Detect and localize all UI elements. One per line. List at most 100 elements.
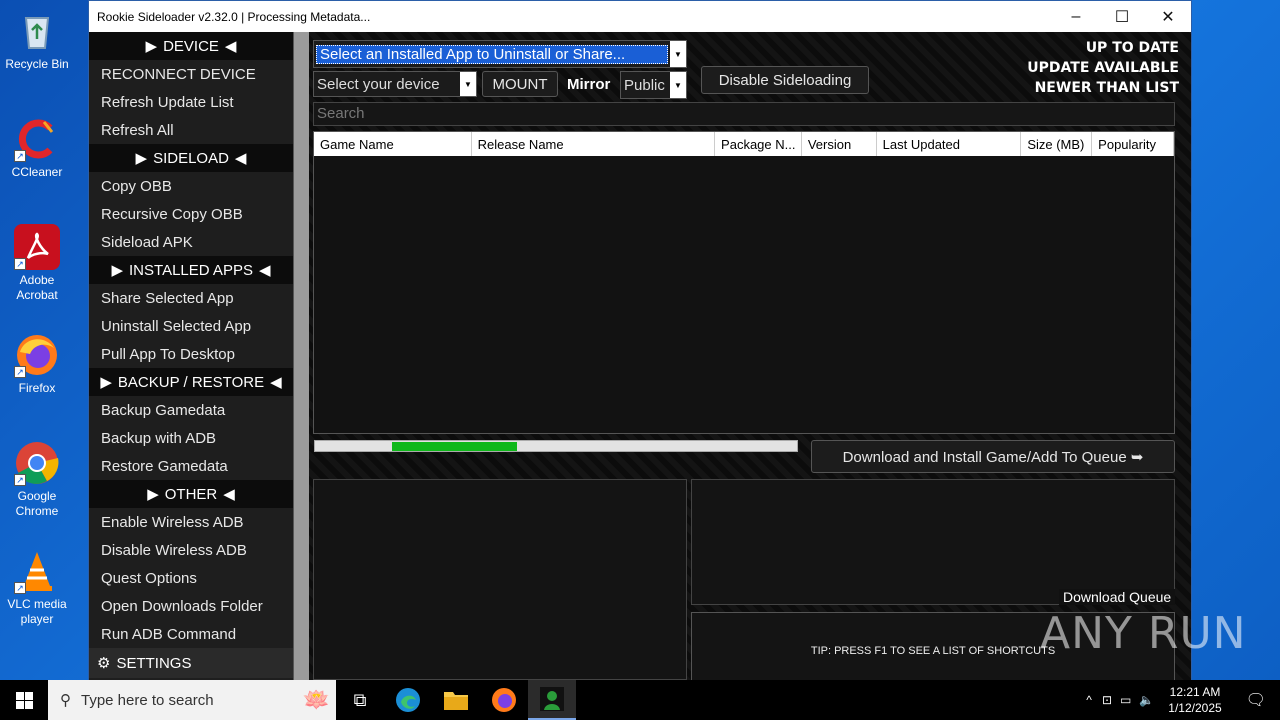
system-tray: ^ ⊡ ▭ 🔈 12:21 AM 1/12/2025 🗨 xyxy=(1080,680,1280,720)
triangle-left-icon: ◀ xyxy=(223,486,235,503)
chevron-down-icon: ▼ xyxy=(670,41,686,67)
copy-obb-button[interactable]: Copy OBB xyxy=(89,172,293,200)
minimize-button[interactable]: – xyxy=(1053,1,1099,32)
reconnect-device-button[interactable]: RECONNECT DEVICE xyxy=(89,60,293,88)
notification-icon[interactable]: 🗨 xyxy=(1232,690,1280,710)
enable-wireless-adb-button[interactable]: Enable Wireless ADB xyxy=(89,508,293,536)
uninstall-selected-app-button[interactable]: Uninstall Selected App xyxy=(89,312,293,340)
mirror-label: Mirror xyxy=(567,76,611,93)
task-view-icon: ⧉ xyxy=(353,689,367,710)
run-adb-command-button[interactable]: Run ADB Command xyxy=(89,620,293,648)
folder-icon xyxy=(444,692,468,710)
download-install-button[interactable]: Download and Install Game/Add To Queue ➥ xyxy=(811,440,1175,473)
chevron-down-icon: ▼ xyxy=(670,72,686,98)
app-client-area: ▶ DEVICE ◀ RECONNECT DEVICE Refresh Update… xyxy=(89,32,1191,690)
windows-logo-icon xyxy=(15,691,33,709)
desktop-icon-recycle-bin[interactable]: Recycle Bin xyxy=(4,8,70,72)
pull-app-to-desktop-button[interactable]: Pull App To Desktop xyxy=(89,340,293,368)
triangle-right-icon: ▶ xyxy=(135,150,148,167)
download-queue-label: Download Queue xyxy=(1059,589,1176,605)
open-downloads-folder-button[interactable]: Open Downloads Folder xyxy=(89,592,293,620)
column-header-package-name[interactable]: Package N... xyxy=(715,132,802,156)
mirror-select[interactable]: Public ▼ xyxy=(620,71,687,99)
rookie-sideloader-window: Rookie Sideloader v2.32.0 | Processing M… xyxy=(88,0,1192,690)
disable-sideloading-button[interactable]: Disable Sideloading xyxy=(701,66,869,94)
taskbar-firefox[interactable] xyxy=(480,680,528,720)
settings-button[interactable]: ⚙ SETTINGS xyxy=(89,648,293,678)
chevron-up-icon[interactable]: ^ xyxy=(1080,693,1098,707)
lotus-icon: 🪷 xyxy=(302,687,330,712)
sideload-apk-button[interactable]: Sideload APK xyxy=(89,228,293,256)
triangle-right-icon: ▶ xyxy=(147,486,159,503)
ethernet-icon[interactable]: ▭ xyxy=(1116,693,1135,707)
taskbar-search-box[interactable]: ⚲ Type here to search 🪷 xyxy=(48,680,336,720)
column-header-popularity[interactable]: Popularity xyxy=(1092,132,1174,156)
quest-options-button[interactable]: Quest Options xyxy=(89,564,293,592)
restore-gamedata-button[interactable]: Restore Gamedata xyxy=(89,452,293,480)
refresh-update-list-button[interactable]: Refresh Update List xyxy=(89,88,293,116)
triangle-left-icon: ◀ xyxy=(234,150,247,167)
chrome-icon: ↗ xyxy=(14,440,60,486)
column-header-version[interactable]: Version xyxy=(802,132,877,156)
column-header-size[interactable]: Size (MB) xyxy=(1021,132,1093,156)
column-header-release-name[interactable]: Release Name xyxy=(472,132,716,156)
taskbar-file-explorer[interactable] xyxy=(432,680,480,720)
game-preview-panel xyxy=(691,479,1175,605)
sidebar: ▶ DEVICE ◀ RECONNECT DEVICE Refresh Update… xyxy=(89,32,293,680)
sidebar-scrollbar[interactable] xyxy=(293,32,309,680)
clock[interactable]: 12:21 AM 1/12/2025 xyxy=(1158,684,1231,716)
adobe-acrobat-icon: ↗ xyxy=(14,224,60,270)
desktop-icon-ccleaner[interactable]: ↗ CCleaner xyxy=(4,116,70,180)
column-header-last-updated[interactable]: Last Updated xyxy=(877,132,1022,156)
close-button[interactable]: ✕ xyxy=(1145,1,1191,32)
volume-icon[interactable]: 🔈 xyxy=(1135,693,1158,707)
maximize-button[interactable]: ☐ xyxy=(1099,1,1145,32)
section-header-sideload[interactable]: ▶ SIDELOAD ◀ xyxy=(89,144,293,172)
update-status-legend: UP TO DATE UPDATE AVAILABLE NEWER THAN L… xyxy=(1027,38,1179,98)
firefox-icon: ↗ xyxy=(14,332,60,378)
refresh-all-button[interactable]: Refresh All xyxy=(89,116,293,144)
disable-wireless-adb-button[interactable]: Disable Wireless ADB xyxy=(89,536,293,564)
rookie-app-icon xyxy=(540,687,564,711)
backup-with-adb-button[interactable]: Backup with ADB xyxy=(89,424,293,452)
chevron-down-icon: ▼ xyxy=(460,72,476,96)
desktop-icon-adobe-acrobat[interactable]: ↗ Adobe Acrobat xyxy=(4,224,70,303)
triangle-right-icon: ▶ xyxy=(111,262,124,279)
status-up-to-date: UP TO DATE xyxy=(1085,40,1179,56)
installed-app-select[interactable]: Select an Installed App to Uninstall or … xyxy=(313,40,687,68)
window-title: Rookie Sideloader v2.32.0 | Processing M… xyxy=(97,9,371,24)
desktop-icon-vlc[interactable]: ↗ VLC media player xyxy=(4,548,70,627)
game-list-table[interactable]: Game Name Release Name Package N... Vers… xyxy=(313,131,1175,434)
device-select[interactable]: Select your device ▼ xyxy=(313,71,477,97)
start-button[interactable] xyxy=(0,680,48,720)
firefox-icon xyxy=(492,688,516,712)
triangle-left-icon: ◀ xyxy=(224,38,237,55)
triangle-left-icon: ◀ xyxy=(258,262,271,279)
gear-icon: ⚙ xyxy=(97,655,111,672)
backup-gamedata-button[interactable]: Backup Gamedata xyxy=(89,396,293,424)
status-newer-than-list: NEWER THAN LIST xyxy=(1034,80,1179,96)
recursive-copy-obb-button[interactable]: Recursive Copy OBB xyxy=(89,200,293,228)
network-icon[interactable]: ⊡ xyxy=(1098,693,1116,707)
share-selected-app-button[interactable]: Share Selected App xyxy=(89,284,293,312)
status-update-available: UPDATE AVAILABLE xyxy=(1027,60,1179,76)
column-header-game-name[interactable]: Game Name xyxy=(314,132,472,156)
task-view-button[interactable]: ⧉ xyxy=(336,680,384,720)
desktop-icon-chrome[interactable]: ↗ Google Chrome xyxy=(4,440,70,519)
triangle-right-icon: ▶ xyxy=(100,374,112,391)
section-header-other[interactable]: ▶ OTHER ◀ xyxy=(89,480,293,508)
anyrun-watermark: ANY RUN xyxy=(1040,608,1247,659)
taskbar-rookie-sideloader[interactable] xyxy=(528,680,576,720)
recycle-bin-icon xyxy=(14,8,60,54)
watermark-text: ANY RUN xyxy=(1040,608,1247,659)
triangle-right-icon: ▶ xyxy=(145,38,158,55)
game-notes-panel xyxy=(313,479,687,680)
section-header-installed-apps[interactable]: ▶ INSTALLED APPS ◀ xyxy=(89,256,293,284)
section-header-backup-restore[interactable]: ▶ BACKUP / RESTORE ◀ xyxy=(89,368,293,396)
section-header-device[interactable]: ▶ DEVICE ◀ xyxy=(89,32,293,60)
mount-button[interactable]: MOUNT xyxy=(482,71,558,97)
taskbar-edge[interactable] xyxy=(384,680,432,720)
search-input[interactable]: Search xyxy=(313,102,1175,126)
desktop-icon-firefox[interactable]: ↗ Firefox xyxy=(4,332,70,396)
title-bar: Rookie Sideloader v2.32.0 | Processing M… xyxy=(89,1,1191,32)
